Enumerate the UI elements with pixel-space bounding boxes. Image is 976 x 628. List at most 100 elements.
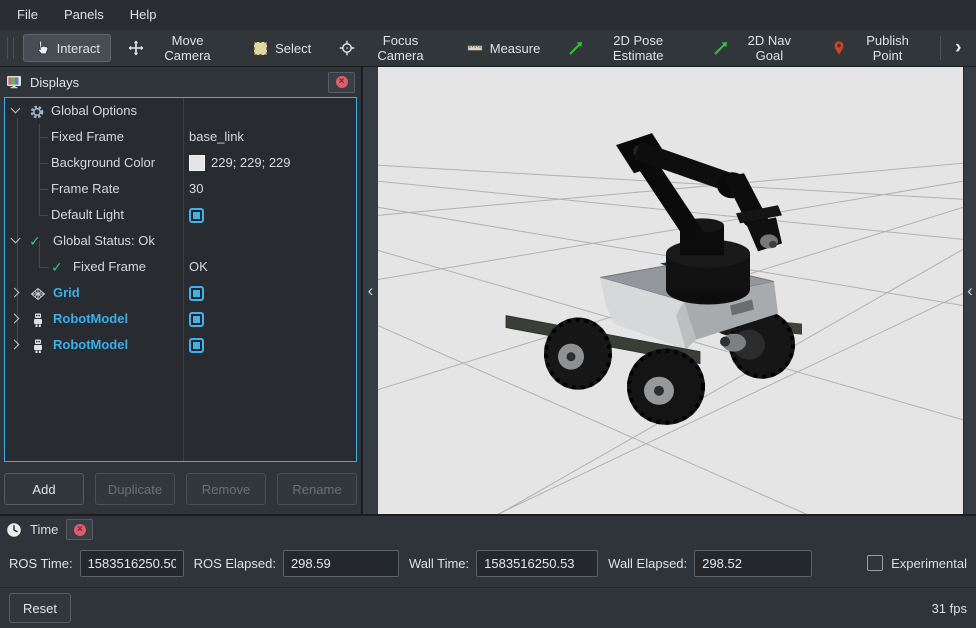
- wall-elapsed-input[interactable]: [694, 550, 812, 577]
- selection-marquee-icon: [252, 40, 268, 56]
- toolbar-overflow-button[interactable]: ›: [944, 34, 972, 62]
- experimental-checkbox[interactable]: [867, 555, 883, 571]
- displays-panel-titlebar: Displays: [0, 67, 361, 97]
- move-camera-tool-button[interactable]: Move Camera: [117, 27, 235, 69]
- tree-row-frame-rate[interactable]: Frame Rate 30: [5, 176, 356, 202]
- tool-label: 2D Pose Estimate: [591, 33, 685, 63]
- ruler-icon: [467, 40, 483, 56]
- time-close-button[interactable]: [66, 519, 93, 540]
- tree-row-robotmodel2-display[interactable]: RobotModel: [5, 332, 356, 358]
- property-name: Fixed Frame: [73, 254, 146, 280]
- robotmodel-enabled-checkbox[interactable]: [189, 312, 204, 327]
- property-value[interactable]: 30: [189, 176, 203, 202]
- toolbar-separator: [940, 36, 941, 60]
- tool-label: Publish Point: [854, 33, 922, 63]
- add-display-button[interactable]: Add: [4, 473, 84, 505]
- robot-scene-render: [378, 67, 963, 514]
- color-swatch[interactable]: [189, 155, 205, 171]
- statusbar: Reset 31 fps: [0, 587, 976, 628]
- tree-row-background-color[interactable]: Background Color 229; 229; 229: [5, 150, 356, 176]
- 3d-viewport[interactable]: [378, 67, 963, 514]
- grid-enabled-checkbox[interactable]: [189, 286, 204, 301]
- tool-label: Focus Camera: [362, 33, 438, 63]
- wall-time-input[interactable]: [476, 550, 598, 577]
- default-light-checkbox[interactable]: [189, 208, 204, 223]
- wall-elapsed-label: Wall Elapsed:: [608, 556, 687, 571]
- panel-collapse-strip-left: ‹: [363, 67, 378, 514]
- wall-time-label: Wall Time:: [409, 556, 469, 571]
- reset-button[interactable]: Reset: [9, 593, 71, 623]
- ros-time-input[interactable]: [80, 550, 184, 577]
- displays-tree: Global Options Fixed Frame base_link Bac…: [4, 97, 357, 462]
- time-panel-title: Time: [30, 522, 58, 537]
- collapse-left-chevron-icon[interactable]: ‹: [368, 282, 374, 299]
- select-tool-button[interactable]: Select: [241, 34, 322, 62]
- grid-icon: [30, 285, 46, 301]
- panel-collapse-strip-right: ‹: [963, 67, 976, 514]
- time-panel: Time ROS Time: ROS Elapsed: Wall Time: W…: [0, 514, 976, 587]
- expander-icon[interactable]: [11, 340, 21, 350]
- tool-label: Select: [275, 41, 311, 56]
- property-name: Default Light: [51, 202, 124, 228]
- tool-label: 2D Nav Goal: [736, 33, 803, 63]
- crosshair-icon: [339, 40, 355, 56]
- pose-estimate-tool-button[interactable]: 2D Pose Estimate: [557, 27, 696, 69]
- tree-row-default-light[interactable]: Default Light: [5, 202, 356, 228]
- display-name: Grid: [53, 280, 80, 306]
- robot-icon: [30, 337, 46, 353]
- robot-icon: [30, 311, 46, 327]
- map-pin-icon: [831, 40, 847, 56]
- property-name: Background Color: [51, 150, 155, 176]
- menubar: File Panels Help: [0, 0, 976, 30]
- tree-row-global-options[interactable]: Global Options: [5, 98, 356, 124]
- tree-row-grid-display[interactable]: Grid: [5, 280, 356, 306]
- focus-camera-tool-button[interactable]: Focus Camera: [328, 27, 449, 69]
- ros-time-label: ROS Time:: [9, 556, 73, 571]
- tree-row-robotmodel-display[interactable]: RobotModel: [5, 306, 356, 332]
- tool-label: Measure: [490, 41, 541, 56]
- property-name: Global Options: [51, 98, 137, 124]
- displays-panel-title: Displays: [30, 75, 320, 90]
- toolbar-grip-handle[interactable]: [7, 37, 14, 59]
- move-arrows-icon: [128, 40, 144, 56]
- tree-row-fixed-frame-status[interactable]: ✓ Fixed Frame OK: [5, 254, 356, 280]
- property-name: Global Status: Ok: [53, 228, 155, 254]
- menu-help[interactable]: Help: [117, 0, 170, 30]
- ros-elapsed-input[interactable]: [283, 550, 399, 577]
- green-pose-arrow-icon: [568, 40, 584, 56]
- expander-icon[interactable]: [11, 106, 21, 116]
- property-name: Frame Rate: [51, 176, 120, 202]
- property-value: OK: [189, 254, 208, 280]
- publish-point-tool-button[interactable]: Publish Point: [820, 27, 933, 69]
- remove-display-button[interactable]: Remove: [186, 473, 266, 505]
- property-value[interactable]: base_link: [189, 124, 244, 150]
- duplicate-display-button[interactable]: Duplicate: [95, 473, 175, 505]
- rviz-window: File Panels Help Interact Move Camera Se…: [0, 0, 976, 628]
- collapse-right-chevron-icon[interactable]: ‹: [967, 282, 973, 299]
- display-name: RobotModel: [53, 306, 128, 332]
- fps-counter: 31 fps: [932, 601, 967, 616]
- interact-tool-button[interactable]: Interact: [23, 34, 111, 62]
- tool-label: Interact: [57, 41, 100, 56]
- display-name: RobotModel: [53, 332, 128, 358]
- robotmodel2-enabled-checkbox[interactable]: [189, 338, 204, 353]
- measure-tool-button[interactable]: Measure: [456, 34, 552, 62]
- property-name: Fixed Frame: [51, 124, 124, 150]
- tree-row-fixed-frame[interactable]: Fixed Frame base_link: [5, 124, 356, 150]
- clock-icon: [6, 522, 22, 538]
- tool-label: Move Camera: [151, 33, 224, 63]
- time-panel-titlebar: Time: [0, 516, 976, 543]
- rename-display-button[interactable]: Rename: [277, 473, 357, 505]
- menu-file[interactable]: File: [4, 0, 51, 30]
- expander-icon[interactable]: [11, 236, 21, 246]
- displays-panel: Displays Gl: [0, 67, 363, 514]
- robot-model-render: [506, 133, 802, 425]
- status-ok-check-icon: ✓: [51, 254, 63, 280]
- expander-icon[interactable]: [11, 288, 21, 298]
- tree-row-global-status[interactable]: ✓ Global Status: Ok: [5, 228, 356, 254]
- expander-icon[interactable]: [11, 314, 21, 324]
- menu-panels[interactable]: Panels: [51, 0, 117, 30]
- status-ok-check-icon: ✓: [29, 228, 41, 254]
- nav-goal-tool-button[interactable]: 2D Nav Goal: [702, 27, 814, 69]
- displays-close-button[interactable]: [328, 72, 355, 93]
